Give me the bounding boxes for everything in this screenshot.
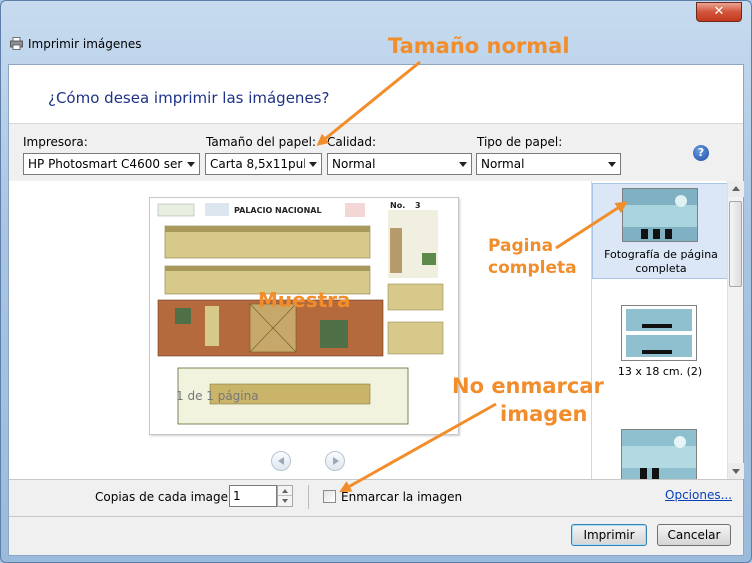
chevron-down-icon: [604, 154, 620, 174]
page-counter: 1 de 1 página: [176, 389, 259, 403]
quality-select[interactable]: Normal: [327, 153, 472, 175]
copies-stepper[interactable]: [277, 485, 293, 507]
paper-size-label: Tamaño del papel:: [206, 135, 316, 149]
window-title: Imprimir imágenes: [28, 37, 142, 51]
annotation-sample: Muestra: [258, 288, 351, 312]
layout-list: Fotografía de página completa 13 x 18 cm…: [591, 181, 743, 480]
printer-select[interactable]: HP Photosmart C4600 series: [23, 153, 200, 175]
annotation-no-frame-2: imagen: [500, 402, 588, 426]
printer-value: HP Photosmart C4600 series: [28, 157, 200, 171]
layout-13x18-thumbnail: [621, 305, 697, 361]
dialog-client: ¿Cómo desea imprimir las imágenes? Impre…: [8, 64, 744, 556]
sheet-number-label: No.: [390, 201, 405, 210]
scroll-up-button[interactable]: [728, 181, 744, 197]
scroll-down-button[interactable]: [728, 463, 744, 479]
dialog-header: ¿Cómo desea imprimir las imágenes?: [9, 65, 743, 123]
help-icon[interactable]: ?: [693, 145, 709, 161]
copies-label: Copias de cada imagen:: [95, 490, 240, 504]
full-page-thumbnail: [622, 188, 698, 242]
stepper-up-icon[interactable]: [278, 486, 292, 496]
quality-value: Normal: [332, 157, 376, 171]
sheet-title: PALACIO NACIONAL: [234, 206, 322, 215]
chevron-down-icon: [455, 154, 471, 174]
annotation-no-frame-1: No enmarcar: [452, 374, 604, 398]
paper-type-label: Tipo de papel:: [477, 135, 563, 149]
copies-input[interactable]: 1: [229, 485, 277, 507]
annotation-normal-size: Tamaño normal: [388, 34, 570, 58]
paper-size-select[interactable]: Carta 8,5x11pulg.: [205, 153, 322, 175]
print-button[interactable]: Imprimir: [571, 524, 647, 546]
chevron-down-icon: [305, 154, 321, 174]
close-button[interactable]: ✕: [696, 2, 742, 22]
chevron-down-icon: [183, 154, 199, 174]
layout-13x18[interactable]: 13 x 18 cm. (2): [592, 293, 728, 378]
annotation-full-page-2: completa: [488, 258, 577, 278]
paper-size-value: Carta 8,5x11pulg.: [210, 157, 318, 171]
scroll-thumb[interactable]: [729, 201, 742, 287]
cancel-button[interactable]: Cancelar: [657, 524, 731, 546]
frame-image-label[interactable]: Enmarcar la imagen: [341, 490, 462, 504]
printer-icon: [10, 37, 23, 50]
paper-type-select[interactable]: Normal: [476, 153, 621, 175]
paper-type-value: Normal: [481, 157, 525, 171]
header-divider: [9, 123, 743, 124]
sheet-number-value: 3: [415, 201, 421, 210]
layout-third-thumbnail[interactable]: [621, 429, 697, 480]
layout-13x18-label: 13 x 18 cm. (2): [617, 365, 703, 378]
layout-full-page-label: Fotografía de página completa: [604, 248, 718, 275]
layout-scrollbar[interactable]: [727, 181, 744, 479]
options-link[interactable]: Opciones...: [665, 488, 732, 502]
stepper-down-icon[interactable]: [278, 496, 292, 506]
quality-label: Calidad:: [327, 135, 377, 149]
layout-full-page[interactable]: Fotografía de página completa: [592, 183, 728, 279]
page-title: ¿Cómo desea imprimir las imágenes?: [48, 89, 330, 107]
printer-label: Impresora:: [23, 135, 88, 149]
preview-area: PALACIO NACIONAL No. 3: [9, 181, 591, 479]
annotation-full-page-1: Pagina: [488, 236, 554, 256]
options-divider: [308, 485, 309, 509]
previous-page-button[interactable]: [271, 451, 291, 471]
frame-image-checkbox[interactable]: [323, 490, 336, 503]
next-page-button[interactable]: [325, 451, 345, 471]
